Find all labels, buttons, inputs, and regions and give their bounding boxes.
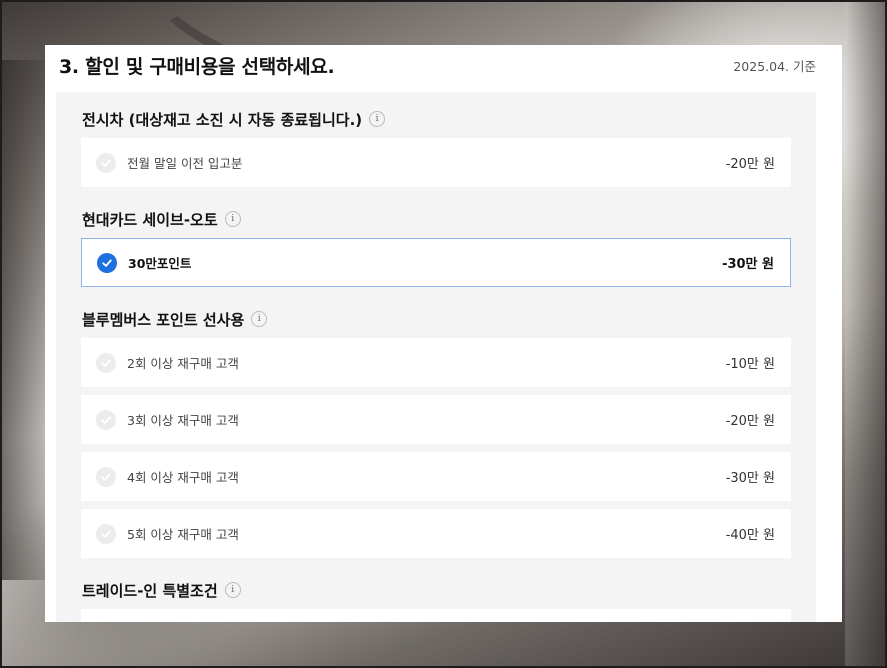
discount-panel: 3. 할인 및 구매비용을 선택하세요. 2025.04. 기준 전시차 (대상… (45, 45, 842, 622)
section-title-bluemembers: 블루멤버스 포인트 선사용 i (82, 308, 268, 330)
section-title-trade-in: 트레이드-인 특별조건 i (82, 579, 241, 601)
check-icon[interactable] (97, 252, 117, 273)
option-price: -10만 원 (725, 357, 775, 372)
option-exhibition-car[interactable]: 전월 말일 이전 입고분 -20만 원 (81, 138, 791, 187)
background-shadow (845, 0, 887, 668)
option-bluemembers-4[interactable]: 4회 이상 재구매 고객 -30만 원 (81, 452, 791, 501)
section-title-hyundai-card: 현대카드 세이브-오토 i (82, 208, 241, 230)
option-label: 30만포인트 (128, 256, 192, 271)
section-title-exhibition-car: 전시차 (대상재고 소진 시 자동 종료됩니다.) i (82, 108, 386, 130)
panel-header: 3. 할인 및 구매비용을 선택하세요. 2025.04. 기준 (59, 49, 816, 83)
option-trade-in[interactable] (81, 609, 791, 622)
option-price: -20만 원 (725, 414, 775, 429)
option-label: 3회 이상 재구매 고객 (127, 413, 239, 428)
page-title: 3. 할인 및 구매비용을 선택하세요. (59, 56, 335, 78)
section-title-label: 전시차 (대상재고 소진 시 자동 종료됩니다.) (82, 110, 363, 129)
info-icon[interactable]: i (224, 211, 241, 227)
check-icon[interactable] (96, 409, 116, 430)
option-price: -30만 원 (722, 257, 774, 272)
check-icon[interactable] (96, 352, 116, 373)
section-title-label: 현대카드 세이브-오토 (82, 210, 218, 229)
info-icon[interactable]: i (224, 582, 241, 598)
option-label: 2회 이상 재구매 고객 (127, 356, 239, 371)
option-price: -40만 원 (725, 528, 775, 543)
option-price: -30만 원 (725, 471, 775, 486)
option-label: 5회 이상 재구매 고객 (127, 527, 239, 542)
section-title-label: 트레이드-인 특별조건 (82, 581, 218, 600)
option-price: -20만 원 (725, 157, 775, 172)
reference-date: 2025.04. 기준 (733, 59, 816, 74)
info-icon[interactable]: i (369, 111, 386, 127)
option-hyundai-card-points[interactable]: 30만포인트 -30만 원 (81, 238, 791, 287)
section-title-label: 블루멤버스 포인트 선사용 (82, 310, 245, 329)
option-bluemembers-5[interactable]: 5회 이상 재구매 고객 -40만 원 (81, 509, 791, 558)
option-bluemembers-3[interactable]: 3회 이상 재구매 고객 -20만 원 (81, 395, 791, 444)
option-label: 4회 이상 재구매 고객 (127, 470, 239, 485)
check-icon[interactable] (96, 523, 116, 544)
option-bluemembers-2[interactable]: 2회 이상 재구매 고객 -10만 원 (81, 338, 791, 387)
option-label: 전월 말일 이전 입고분 (127, 156, 243, 171)
info-icon[interactable]: i (251, 311, 268, 327)
check-icon[interactable] (96, 152, 116, 173)
options-sheet: 전시차 (대상재고 소진 시 자동 종료됩니다.) i 전월 말일 이전 입고분… (56, 92, 816, 622)
check-icon[interactable] (96, 466, 116, 487)
